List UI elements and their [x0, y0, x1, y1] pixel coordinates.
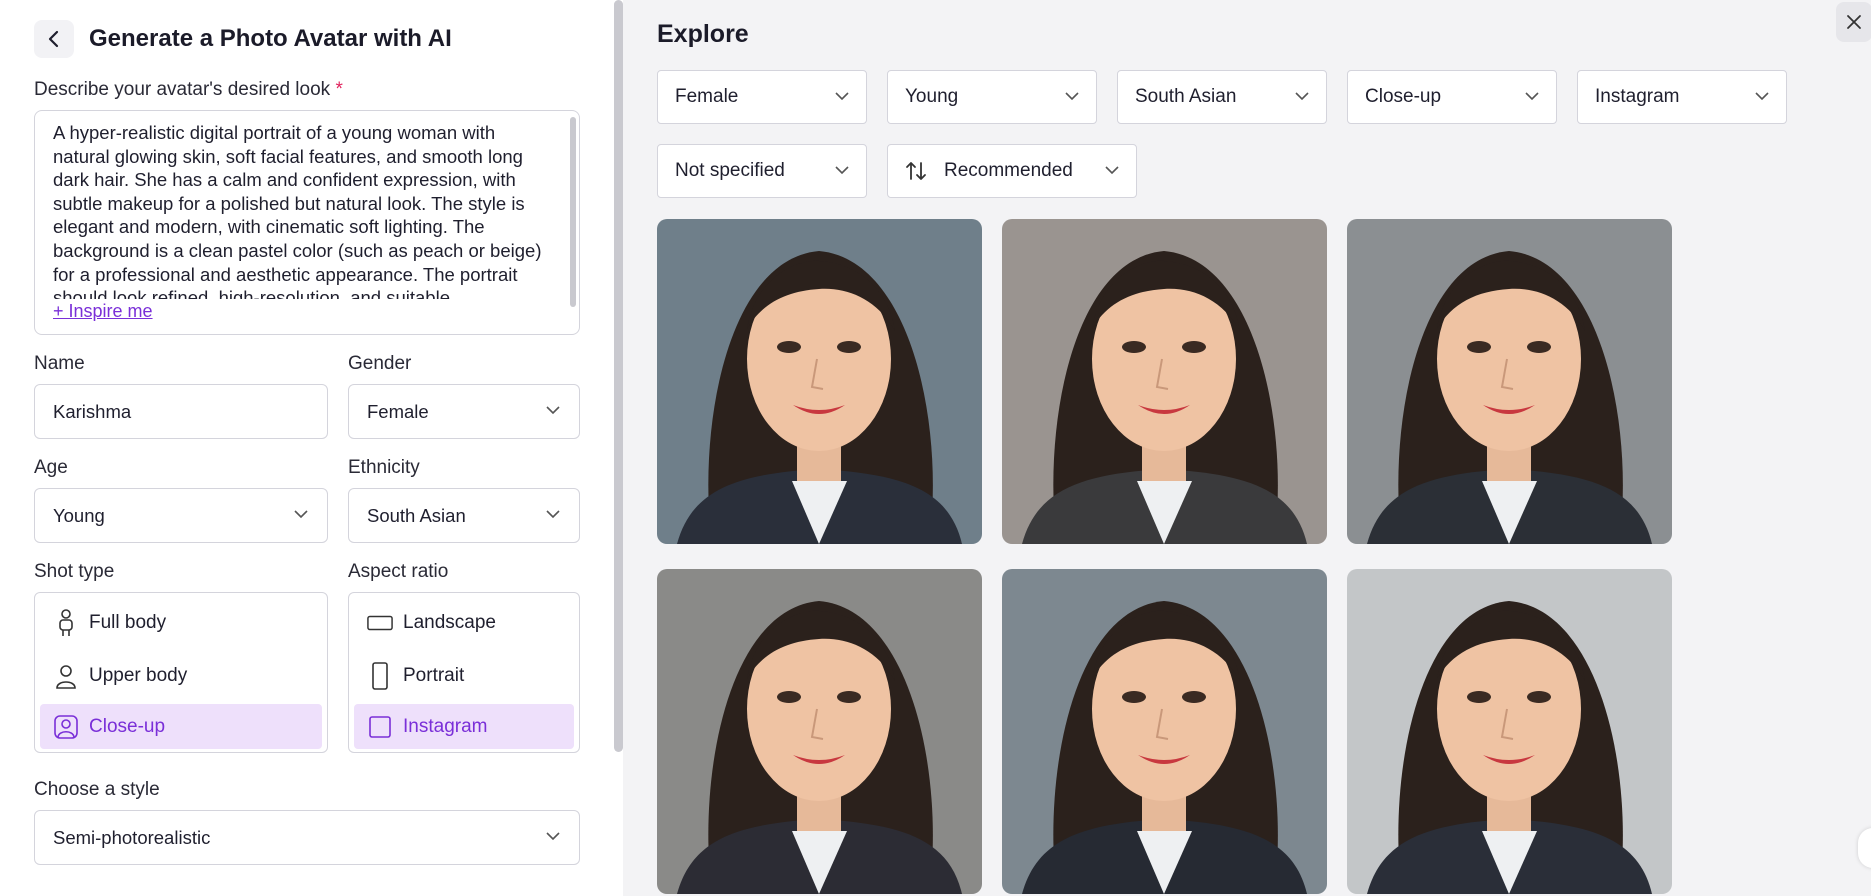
sort-select[interactable]: Recommended: [887, 144, 1137, 198]
shot-option-upper-body[interactable]: Upper body: [40, 653, 322, 698]
chevron-down-icon: [1755, 92, 1769, 101]
chevron-down-icon: [835, 92, 849, 101]
shot-option-full-body[interactable]: Full body: [40, 600, 322, 645]
avatar-form-panel: Generate a Photo Avatar with AI Describe…: [0, 0, 623, 896]
age-label: Age: [34, 457, 68, 478]
upper-body-icon: [53, 661, 79, 691]
ethnicity-label: Ethnicity: [348, 457, 420, 478]
filter-style[interactable]: Not specified: [657, 144, 867, 198]
shot-type-group: Full body Upper body Close-up: [34, 592, 328, 753]
page-title: Generate a Photo Avatar with AI: [89, 25, 452, 52]
chevron-down-icon: [294, 510, 308, 519]
landscape-icon: [367, 608, 393, 638]
shot-option-close-up[interactable]: Close-up: [40, 704, 322, 749]
style-select[interactable]: Semi-photorealistic: [34, 810, 580, 865]
avatar-result-image[interactable]: [657, 219, 982, 544]
required-mark: *: [335, 79, 343, 100]
gender-label: Gender: [348, 353, 412, 374]
square-icon: [367, 712, 393, 742]
shot-type-label: Shot type: [34, 561, 115, 582]
description-textarea[interactable]: A hyper-realistic digital portrait of a …: [34, 110, 580, 335]
filter-shot-type[interactable]: Close-up: [1347, 70, 1557, 124]
left-panel-scrollbar[interactable]: [614, 0, 623, 752]
avatar-result-image[interactable]: [1347, 219, 1672, 544]
gender-select[interactable]: Female: [348, 384, 580, 439]
style-label: Choose a style: [34, 779, 160, 800]
name-label: Name: [34, 353, 85, 374]
filter-aspect-ratio[interactable]: Instagram: [1577, 70, 1787, 124]
chevron-down-icon: [835, 166, 849, 175]
explore-panel: Explore Female Young South Asian Close-u…: [623, 0, 1871, 896]
chevron-down-icon: [546, 832, 560, 841]
ethnicity-select[interactable]: South Asian: [348, 488, 580, 543]
avatar-result-image[interactable]: [1347, 569, 1672, 894]
sort-icon: [906, 162, 926, 180]
filter-age[interactable]: Young: [887, 70, 1097, 124]
textarea-scrollbar[interactable]: [570, 117, 576, 307]
name-input[interactable]: Karishma: [34, 384, 328, 439]
inspire-me-link[interactable]: + Inspire me: [53, 299, 153, 323]
back-button[interactable]: [34, 20, 74, 58]
avatar-result-image[interactable]: [1002, 569, 1327, 894]
chevron-down-icon: [1105, 166, 1119, 175]
portrait-icon: [367, 661, 393, 691]
aspect-option-portrait[interactable]: Portrait: [354, 653, 574, 698]
close-button[interactable]: [1836, 2, 1871, 42]
full-body-icon: [53, 608, 79, 638]
aspect-option-landscape[interactable]: Landscape: [354, 600, 574, 645]
avatar-result-image[interactable]: [657, 569, 982, 894]
filter-gender[interactable]: Female: [657, 70, 867, 124]
close-icon: [1847, 15, 1861, 29]
chevron-down-icon: [1295, 92, 1309, 101]
describe-label: Describe your avatar's desired look *: [34, 79, 343, 100]
aspect-ratio-label: Aspect ratio: [348, 561, 449, 582]
aspect-option-instagram[interactable]: Instagram: [354, 704, 574, 749]
chevron-down-icon: [1525, 92, 1539, 101]
explore-title: Explore: [657, 20, 749, 48]
chevron-down-icon: [1065, 92, 1079, 101]
close-up-icon: [53, 712, 79, 742]
filter-ethnicity[interactable]: South Asian: [1117, 70, 1327, 124]
chevron-left-icon: [48, 30, 59, 48]
aspect-ratio-group: Landscape Portrait Instagram: [348, 592, 580, 753]
age-select[interactable]: Young: [34, 488, 328, 543]
chevron-down-icon: [546, 406, 560, 415]
avatar-result-image[interactable]: [1002, 219, 1327, 544]
chevron-down-icon: [546, 510, 560, 519]
description-text[interactable]: A hyper-realistic digital portrait of a …: [53, 121, 553, 299]
